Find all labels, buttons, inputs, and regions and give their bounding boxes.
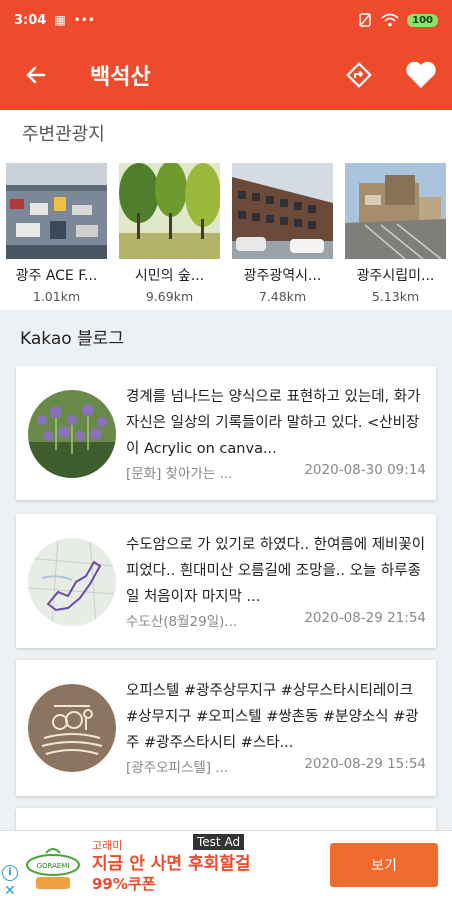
nearby-item[interactable]: 광주광역시... 7.48km xyxy=(232,163,333,304)
nearby-title: 주변관광지 xyxy=(22,124,105,145)
blog-post-excerpt: 수도암으로 가 있기로 하였다.. 한여름에 제비꽃이 피었다.. 흰대미산 오… xyxy=(126,537,426,605)
wifi-icon xyxy=(381,13,399,27)
notification-app-icon: ▦ xyxy=(54,13,66,27)
ad-view-button[interactable]: 보기 xyxy=(330,843,438,887)
nearby-photo xyxy=(119,163,220,259)
blog-post-card[interactable]: 경계를 넘나드는 양식으로 표현하고 있는데, 화가 자신은 일상의 기록들이라… xyxy=(16,366,436,500)
blog-post-date: 2020-08-29 15:54 xyxy=(304,756,426,772)
nearby-photo xyxy=(6,163,107,259)
ad-brand-logo: GORAEMI xyxy=(26,848,80,889)
heart-icon xyxy=(406,61,436,88)
blog-post-date: 2020-08-29 21:54 xyxy=(304,610,426,626)
app-bar: 백석산 xyxy=(0,40,452,110)
arrow-left-icon xyxy=(26,66,46,84)
nearby-item[interactable]: 광주시립미... 5.13km xyxy=(345,163,446,304)
nearby-distance: 5.13km xyxy=(371,289,420,304)
nearby-distance: 9.69km xyxy=(145,289,194,304)
blog-post-date: 2020-08-30 09:14 xyxy=(304,462,426,478)
blog-post-source: [문화] 찾아가는 ... xyxy=(126,466,233,482)
directions-icon xyxy=(346,62,372,88)
nearby-item[interactable]: 시민의 숲... 9.69km xyxy=(119,163,220,304)
more-notifications-icon: ••• xyxy=(73,13,95,27)
blog-post-excerpt: 오피스텔 #광주상무지구 #상무스타시티레이크 #상무지구 #오피스텔 #쌍촌동… xyxy=(126,683,419,751)
nearby-photo xyxy=(232,163,333,259)
ad-logo-text: GORAEMI xyxy=(37,862,70,870)
blog-post-meta: [문화] 찾아가는 ... 2020-08-30 09:14 xyxy=(126,462,426,482)
status-time: 3:04 xyxy=(14,12,47,28)
favorite-button[interactable] xyxy=(390,40,452,110)
nearby-item[interactable]: 광주 ACE F... 1.01km xyxy=(6,163,107,304)
battery-icon: 100 xyxy=(407,13,438,27)
blog-post-meta: [광주오피스텔] ... 2020-08-29 15:54 xyxy=(126,756,426,776)
nearby-section: 주변관광지 광주 ACE F... 1.01km 시민의 숲... 9.69km… xyxy=(0,110,452,310)
blog-post-card[interactable]: 오피스텔 #광주상무지구 #상무스타시티레이크 #상무지구 #오피스텔 #쌍촌동… xyxy=(16,660,436,796)
status-bar: 3:04 ▦ ••• 100 xyxy=(0,0,452,40)
nearby-name: 광주 ACE F... xyxy=(15,268,98,284)
blog-post-thumbnail xyxy=(28,390,116,478)
blog-post-source: [광주오피스텔] ... xyxy=(126,760,229,776)
nearby-name: 광주광역시... xyxy=(243,268,322,284)
ad-close-icon[interactable]: ✕ xyxy=(4,883,16,899)
nearby-distance: 7.48km xyxy=(258,289,307,304)
page-title: 백석산 xyxy=(90,65,151,90)
nearby-distance: 1.01km xyxy=(32,289,81,304)
nearby-photo xyxy=(345,163,446,259)
test-ad-label: Test Ad xyxy=(193,834,245,850)
blog-section-title: Kakao 블로그 xyxy=(20,329,124,349)
blog-post-thumbnail xyxy=(28,684,116,772)
nearby-name: 광주시립미... xyxy=(356,268,435,284)
blog-post-card[interactable]: 수도암으로 가 있기로 하였다.. 한여름에 제비꽃이 피었다.. 흰대미산 오… xyxy=(16,514,436,648)
directions-button[interactable] xyxy=(328,40,390,110)
blog-post-excerpt: 경계를 넘나드는 양식으로 표현하고 있는데, 화가 자신은 일상의 기록들이라… xyxy=(126,389,421,457)
alarm-off-icon xyxy=(359,13,371,27)
nearby-name: 시민의 숲... xyxy=(134,268,205,284)
blog-post-thumbnail xyxy=(28,538,116,626)
blog-post-source: 수도산(8월29일)... xyxy=(126,614,238,630)
ad-headline: 지금 안 사면 후회할걸 xyxy=(92,854,251,874)
ad-banner[interactable]: i ✕ GORAEMI 고래미 지금 안 사면 후회할걸 99%쿠폰 Test … xyxy=(0,830,452,900)
ad-info-icon[interactable]: i xyxy=(2,865,18,881)
blog-post-meta: 수도산(8월29일)... 2020-08-29 21:54 xyxy=(126,610,426,630)
back-button[interactable] xyxy=(0,40,72,110)
ad-coupon: 99%쿠폰 xyxy=(92,875,156,893)
